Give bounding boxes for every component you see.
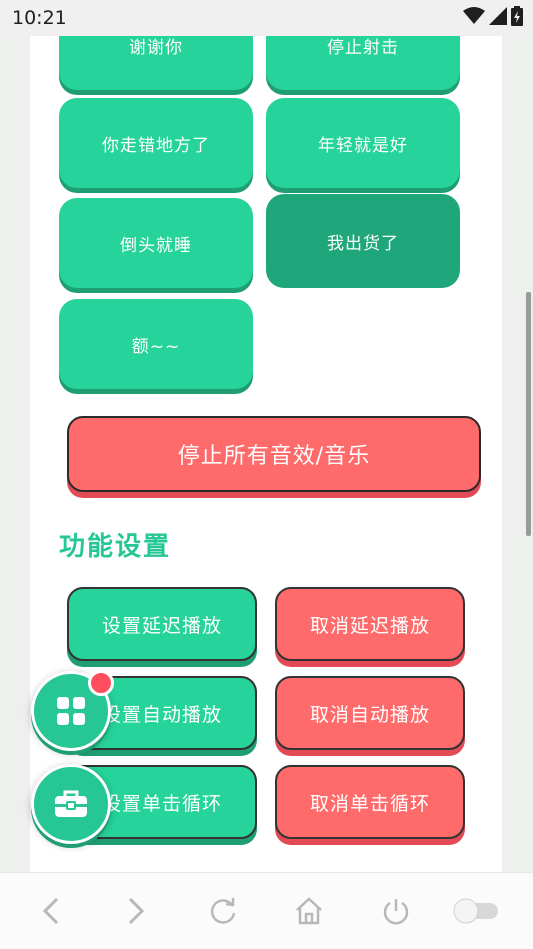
sound-button[interactable]: 谢谢你 — [59, 36, 253, 90]
notification-badge — [88, 670, 114, 696]
sound-button[interactable]: 你走错地方了 — [59, 98, 253, 188]
cancel-click-loop-button[interactable]: 取消单击循环 — [275, 765, 465, 839]
home-button[interactable] — [293, 895, 325, 927]
stop-all-sounds-button[interactable]: 停止所有音效/音乐 — [67, 416, 481, 492]
forward-button[interactable] — [120, 895, 152, 927]
power-button[interactable] — [380, 895, 412, 927]
refresh-button[interactable] — [207, 895, 239, 927]
battery-icon — [511, 6, 523, 26]
back-button[interactable] — [35, 895, 67, 927]
refresh-icon — [210, 898, 236, 924]
toolbox-icon — [55, 790, 87, 817]
wifi-icon — [463, 7, 485, 24]
sound-button[interactable]: 额~~ — [59, 299, 253, 389]
sound-button[interactable]: 倒头就睡 — [59, 198, 253, 288]
home-icon — [296, 897, 322, 925]
content-card: 谢谢你 停止射击 你走错地方了 年轻就是好 倒头就睡 我出货了 额~~ 停止所有… — [30, 36, 502, 872]
toolbox-fab-button[interactable] — [31, 764, 111, 844]
bottom-nav — [0, 872, 533, 949]
status-time: 10:21 — [12, 7, 67, 29]
power-icon — [383, 899, 409, 925]
toggle-switch[interactable] — [452, 895, 500, 927]
cancel-delay-play-button[interactable]: 取消延迟播放 — [275, 587, 465, 661]
toggle-icon — [453, 898, 498, 924]
sound-button-active[interactable]: 我出货了 — [266, 194, 460, 288]
sound-button[interactable]: 年轻就是好 — [266, 98, 460, 188]
cancel-auto-play-button[interactable]: 取消自动播放 — [275, 676, 465, 750]
scrollbar[interactable] — [526, 292, 531, 536]
forward-icon — [128, 897, 145, 925]
sound-button[interactable]: 停止射击 — [266, 36, 460, 90]
set-delay-play-button[interactable]: 设置延迟播放 — [67, 587, 257, 661]
back-icon — [42, 897, 59, 925]
section-title: 功能设置 — [59, 532, 172, 562]
status-bar: 10:21 — [0, 0, 533, 36]
grid-icon — [57, 697, 85, 725]
signal-icon — [489, 7, 507, 25]
